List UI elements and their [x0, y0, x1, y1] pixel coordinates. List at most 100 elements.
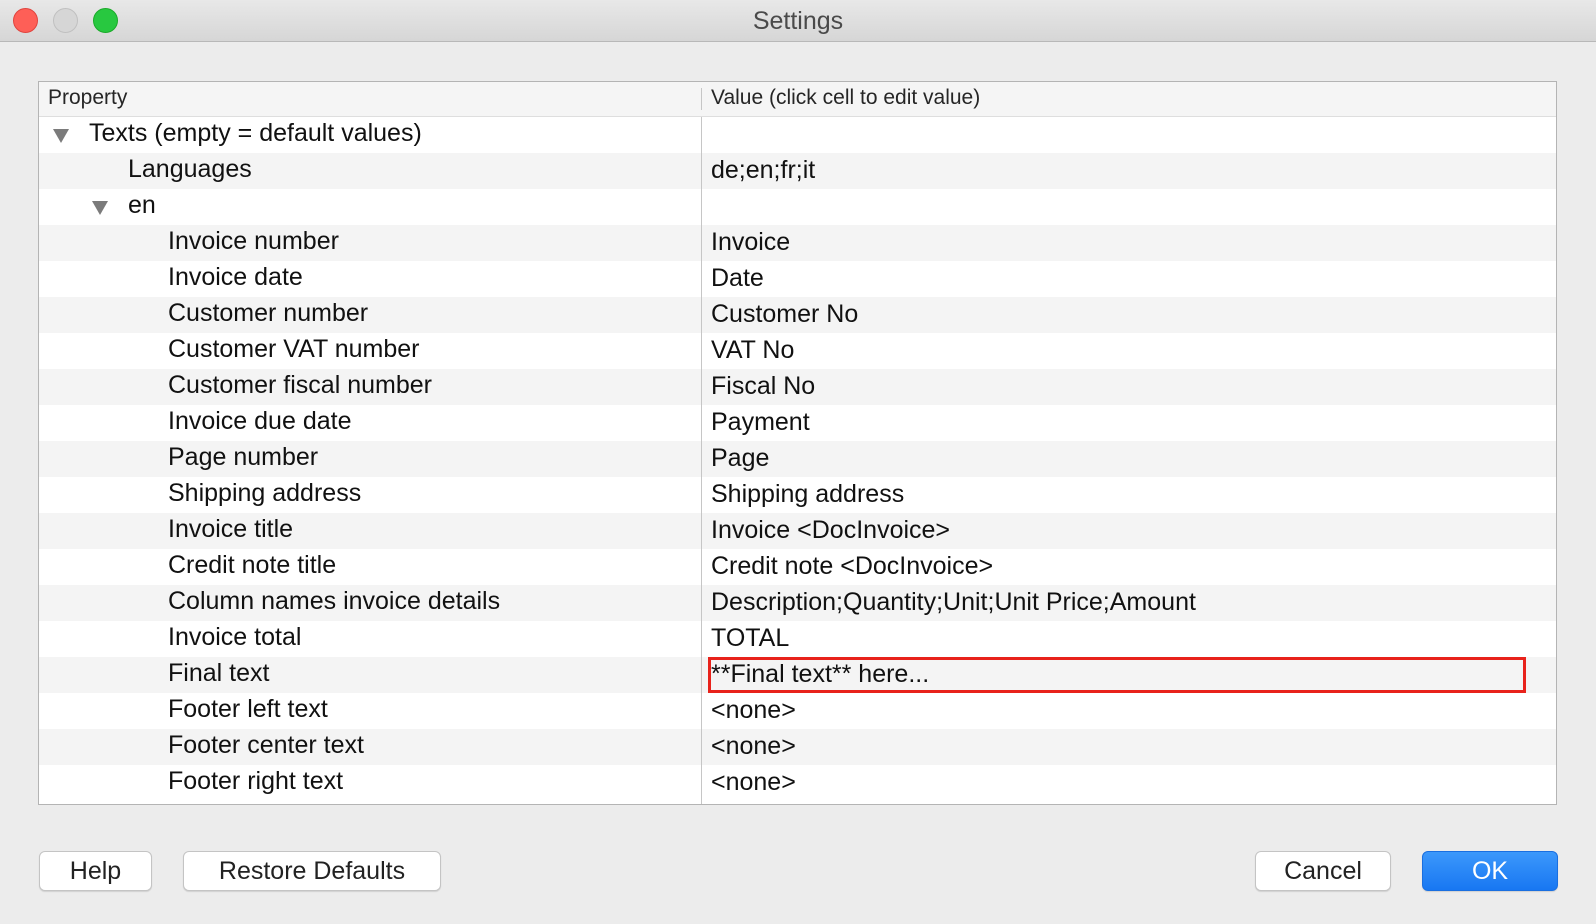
cancel-button[interactable]: Cancel [1255, 851, 1391, 891]
table-row[interactable]: Languages de;en;fr;it [39, 153, 1556, 189]
window-title: Settings [752, 7, 844, 35]
value-cell[interactable]: <none> [702, 729, 1556, 765]
disclosure-triangle-icon[interactable] [92, 201, 108, 215]
property-label: Shipping address [168, 479, 362, 507]
table-row[interactable]: Invoice total TOTAL [39, 621, 1556, 657]
value-cell[interactable] [702, 189, 1556, 225]
property-value: Invoice <DocInvoice> [711, 516, 951, 544]
property-value: Page [711, 444, 770, 472]
column-divider[interactable] [701, 88, 702, 110]
property-cell[interactable]: Customer fiscal number [39, 369, 701, 405]
property-label: Customer number [168, 299, 369, 327]
property-label: Credit note title [168, 551, 337, 579]
value-cell[interactable]: Date [702, 261, 1556, 297]
property-value: Description;Quantity;Unit;Unit Price;Amo… [711, 588, 1196, 616]
property-cell[interactable]: Texts (empty = default values) [39, 117, 701, 153]
value-cell[interactable]: Page [702, 441, 1556, 477]
column-header-value[interactable]: Value (click cell to edit value) [711, 86, 980, 110]
property-cell[interactable]: Invoice number [39, 225, 701, 261]
table-row[interactable]: Invoice title Invoice <DocInvoice> [39, 513, 1556, 549]
property-cell[interactable]: Shipping address [39, 477, 701, 513]
value-cell[interactable]: Shipping address [702, 477, 1556, 513]
table-row[interactable]: Footer right text <none> [39, 765, 1556, 801]
ok-button[interactable]: OK [1422, 851, 1558, 891]
value-cell[interactable]: VAT No [702, 333, 1556, 369]
property-cell[interactable]: Invoice date [39, 261, 701, 297]
value-cell[interactable]: <none> [702, 765, 1556, 801]
table-row[interactable]: Invoice date Date [39, 261, 1556, 297]
value-cell[interactable]: <none> [702, 693, 1556, 729]
property-label: Invoice total [168, 623, 302, 651]
property-cell[interactable]: Final text [39, 657, 701, 693]
value-cell[interactable]: Fiscal No [702, 369, 1556, 405]
property-cell[interactable]: Footer center text [39, 729, 701, 765]
property-value: Invoice [711, 228, 791, 256]
settings-table: Property Value (click cell to edit value… [38, 81, 1557, 805]
value-cell[interactable]: Payment [702, 405, 1556, 441]
table-row[interactable]: Footer center text <none> [39, 729, 1556, 765]
value-cell[interactable]: Invoice <DocInvoice> [702, 513, 1556, 549]
property-cell[interactable]: en [39, 189, 701, 225]
property-label: Invoice title [168, 515, 294, 543]
property-label: Invoice number [168, 227, 339, 255]
property-label: Languages [128, 155, 252, 183]
value-cell[interactable]: Customer No [702, 297, 1556, 333]
table-row[interactable]: Credit note title Credit note <DocInvoice… [39, 549, 1556, 585]
property-value: Credit note <DocInvoice> [711, 552, 994, 580]
property-cell[interactable]: Languages [39, 153, 701, 189]
table-body: Texts (empty = default values) Languages d… [39, 117, 1556, 801]
property-cell[interactable]: Invoice total [39, 621, 701, 657]
property-cell[interactable]: Column names invoice details [39, 585, 701, 621]
property-label: Texts (empty = default values) [89, 119, 422, 147]
table-row[interactable]: en [39, 189, 1556, 225]
property-label: Invoice due date [168, 407, 352, 435]
table-row[interactable]: Invoice due date Payment [39, 405, 1556, 441]
property-label: Column names invoice details [168, 587, 501, 615]
property-value: <none> [711, 696, 796, 724]
property-cell[interactable]: Customer VAT number [39, 333, 701, 369]
disclosure-triangle-icon[interactable] [53, 129, 69, 143]
property-value: <none> [711, 732, 796, 760]
table-row[interactable]: Customer VAT number VAT No [39, 333, 1556, 369]
column-header-property[interactable]: Property [48, 86, 127, 110]
table-row[interactable]: Invoice number Invoice [39, 225, 1556, 261]
property-cell[interactable]: Invoice title [39, 513, 701, 549]
property-label: en [128, 191, 156, 219]
property-value: VAT No [711, 336, 795, 364]
table-row[interactable]: Texts (empty = default values) [39, 117, 1556, 153]
property-cell[interactable]: Invoice due date [39, 405, 701, 441]
property-value: Customer No [711, 300, 859, 328]
property-cell[interactable]: Footer right text [39, 765, 701, 801]
title-bar: Settings [0, 0, 1596, 42]
table-row[interactable]: Final text **Final text** here... [39, 657, 1556, 693]
property-cell[interactable]: Credit note title [39, 549, 701, 585]
property-value: Shipping address [711, 480, 905, 508]
table-row[interactable]: Page number Page [39, 441, 1556, 477]
property-label: Footer left text [168, 695, 328, 723]
value-cell[interactable] [702, 117, 1556, 153]
property-cell[interactable]: Page number [39, 441, 701, 477]
property-value: Payment [711, 408, 810, 436]
property-value: Date [711, 264, 764, 292]
table-row[interactable]: Customer fiscal number Fiscal No [39, 369, 1556, 405]
property-value: TOTAL [711, 624, 790, 652]
property-cell[interactable]: Footer left text [39, 693, 701, 729]
value-cell[interactable]: Description;Quantity;Unit;Unit Price;Amo… [702, 585, 1556, 621]
value-cell[interactable]: **Final text** here... [702, 657, 1556, 693]
property-label: Customer fiscal number [168, 371, 432, 399]
table-row[interactable]: Customer number Customer No [39, 297, 1556, 333]
value-cell[interactable]: Credit note <DocInvoice> [702, 549, 1556, 585]
value-cell[interactable]: TOTAL [702, 621, 1556, 657]
restore-defaults-button[interactable]: Restore Defaults [183, 851, 441, 891]
table-row[interactable]: Footer left text <none> [39, 693, 1556, 729]
value-cell[interactable]: de;en;fr;it [702, 153, 1556, 189]
property-label: Page number [168, 443, 319, 471]
property-label: Footer center text [168, 731, 364, 759]
property-cell[interactable]: Customer number [39, 297, 701, 333]
property-value: **Final text** here... [711, 660, 930, 688]
column-separator-line [701, 117, 702, 804]
value-cell[interactable]: Invoice [702, 225, 1556, 261]
help-button[interactable]: Help [39, 851, 152, 891]
table-row[interactable]: Shipping address Shipping address [39, 477, 1556, 513]
table-row[interactable]: Column names invoice details Description;… [39, 585, 1556, 621]
